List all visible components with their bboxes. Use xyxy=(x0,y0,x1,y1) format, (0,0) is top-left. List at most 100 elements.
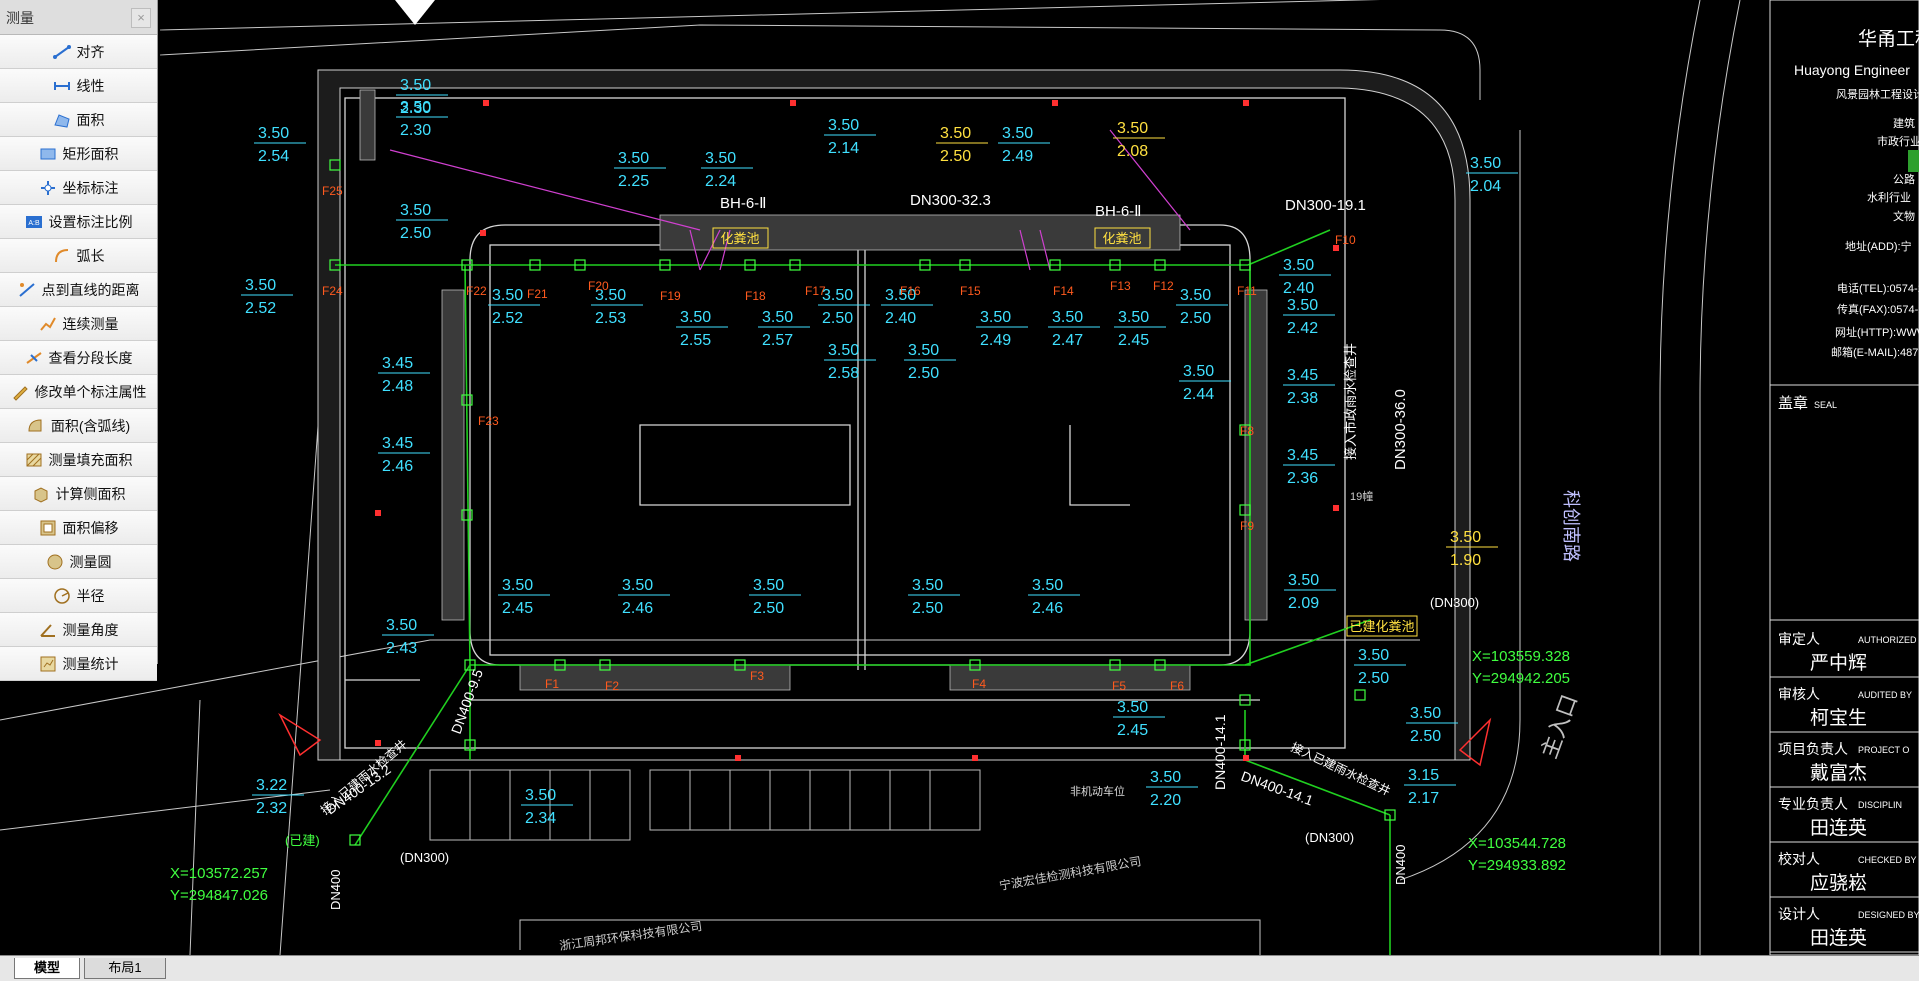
well-id-label: F24 xyxy=(322,284,343,298)
elevation-ground: 3.50 xyxy=(1002,125,1033,142)
tool-rect-area[interactable]: 矩形面积 xyxy=(0,137,157,171)
tool-point-line-distance[interactable]: 点到直线的距离 xyxy=(0,273,157,307)
tool-label: 连续测量 xyxy=(62,315,119,332)
elevation-ground: 3.50 xyxy=(828,117,859,134)
elevation-ground: 3.50 xyxy=(1283,257,1314,274)
layout-tab-bar: 模型 布局1 xyxy=(0,955,1919,981)
cad-drawing-canvas[interactable]: 化粪池 化粪池 已建化粪池 BH-6-Ⅱ BH-6-Ⅱ DN300-32.3 D… xyxy=(0,0,1919,955)
well-id-label: F13 xyxy=(1110,279,1131,293)
company-name-en: Huayong Engineer xyxy=(1794,62,1910,78)
tool-continuous-measure[interactable]: 连续测量 xyxy=(0,307,157,341)
tool-arc-area[interactable]: 面积(含弧线) xyxy=(0,409,157,443)
measure-palette[interactable]: 测量 × 对齐 线性 面积 矩形面积 坐标标注 A:B 设置标注比例弧长点到直线的距离 连续测… xyxy=(0,0,158,681)
well-id-label: F5 xyxy=(1112,679,1126,693)
tool-arc-length[interactable]: 弧长 xyxy=(0,239,157,273)
tool-coordinate[interactable]: 坐标标注 xyxy=(0,171,157,205)
svg-text:A:B: A:B xyxy=(28,220,40,227)
tool-segment-length[interactable]: 查看分段长度 xyxy=(0,341,157,375)
elevation-ground: 3.50 xyxy=(622,577,653,594)
elevation-invert: 2.50 xyxy=(400,225,431,242)
hatch-area-icon xyxy=(25,451,43,469)
well-id-label: F20 xyxy=(588,279,609,293)
elevation-invert: 2.50 xyxy=(753,600,784,617)
well-id-label: F1 xyxy=(545,677,559,691)
tool-area-offset[interactable]: 面积偏移 xyxy=(0,511,157,545)
seal-label-en: SEAL xyxy=(1814,400,1837,410)
signature-role-en: DISCIPLIN xyxy=(1858,800,1902,810)
elevation-ground: 3.50 xyxy=(1032,577,1063,594)
elevation-ground: 3.50 xyxy=(1183,363,1214,380)
tool-angle[interactable]: 测量角度 xyxy=(0,613,157,647)
misc-annotations: BH-6-Ⅱ BH-6-Ⅱ DN300-32.3 DN300-19.1 DN30… xyxy=(170,192,1582,953)
elevation-invert: 2.50 xyxy=(1410,728,1441,745)
pipe-label-dn300-19: DN300-19.1 xyxy=(1285,197,1366,214)
elevation-invert: 2.32 xyxy=(256,800,287,817)
tool-hatch-area[interactable]: 测量填充面积 xyxy=(0,443,157,477)
existing-label: (已建) xyxy=(285,833,320,848)
pipe-label-dn400-b: DN400 xyxy=(1393,845,1408,885)
tool-side-area[interactable]: 计算侧面积 xyxy=(0,477,157,511)
elevation-ground: 3.50 xyxy=(705,150,736,167)
tab-layout1[interactable]: 布局1 xyxy=(84,958,166,979)
well-id-label: F8 xyxy=(1240,424,1254,438)
signature-role-en: AUDITED BY xyxy=(1858,690,1912,700)
elevation-ground: 3.50 xyxy=(822,287,853,304)
signature-role: 专业负责人 xyxy=(1778,796,1848,812)
elevation-ground: 3.50 xyxy=(1288,572,1319,589)
well-id-label: F15 xyxy=(960,284,981,298)
elevation-invert: 2.17 xyxy=(1408,790,1439,807)
company-plot-label-1: 宁波宏佳检测科技有限公司 xyxy=(998,853,1142,893)
point-line-distance-icon xyxy=(18,281,36,299)
arc-length-icon xyxy=(53,247,71,265)
pipe-label-dn300-c: (DN300) xyxy=(1430,595,1479,610)
parking-stalls xyxy=(429,769,981,841)
elevation-ground: 3.50 xyxy=(1118,309,1149,326)
elevation-ground: 3.50 xyxy=(1470,155,1501,172)
tool-circle[interactable]: 测量圆 xyxy=(0,545,157,579)
aligned-dimension-icon xyxy=(52,43,71,61)
tool-label: 点到直线的距离 xyxy=(41,281,140,298)
palette-title-bar[interactable]: 测量 × xyxy=(0,0,157,35)
elevation-ground: 3.50 xyxy=(492,287,523,304)
elevation-invert: 2.45 xyxy=(1118,332,1149,349)
coord-x-2: X=103572.257 xyxy=(170,865,268,882)
north-arrow-icon xyxy=(395,0,435,25)
elevation-invert: 1.90 xyxy=(1450,552,1481,569)
elevation-invert: 2.44 xyxy=(1183,386,1214,403)
elevation-invert: 2.47 xyxy=(1052,332,1083,349)
cert-line-1: 建筑 xyxy=(1893,116,1915,130)
tool-scale[interactable]: A:B 设置标注比例 xyxy=(0,205,157,239)
well-id-label: F16 xyxy=(900,284,921,298)
tool-statistics[interactable]: 测量统计 xyxy=(0,647,157,681)
signature-role-en: CHECKED BY xyxy=(1858,855,1917,865)
close-icon[interactable]: × xyxy=(131,8,151,28)
well-id-labels: F1 F2 F3 F4 F5 F6 F8 F9 F10 F11 F12 F13 F14 F15 F16 F17… xyxy=(322,184,1356,693)
tool-radius[interactable]: 半径 xyxy=(0,579,157,613)
elevation-ground: 3.50 xyxy=(1287,297,1318,314)
tool-label: 修改单个标注属性 xyxy=(34,383,147,400)
tool-aligned-dimension[interactable]: 对齐 xyxy=(0,35,157,69)
elevation-invert: 2.40 xyxy=(1283,280,1314,297)
elevation-ground: 3.50 xyxy=(1117,120,1148,137)
signature-name: 应骁崧 xyxy=(1810,872,1867,894)
website: 网址(HTTP):WWW.N xyxy=(1835,325,1919,339)
well-id-label: F17 xyxy=(805,284,826,298)
tool-label: 弧长 xyxy=(76,247,105,264)
septic-label-1: 化粪池 xyxy=(720,231,759,246)
tool-area[interactable]: 面积 xyxy=(0,103,157,137)
elevation-invert: 2.57 xyxy=(762,332,793,349)
elevation-ground: 3.50 xyxy=(1052,309,1083,326)
signature-role-en: DESIGNED BY xyxy=(1858,910,1919,920)
elevation-invert: 2.08 xyxy=(1117,143,1148,160)
tool-label: 测量圆 xyxy=(69,553,112,570)
elevation-ground: 3.50 xyxy=(1450,529,1481,546)
elevation-ground: 3.50 xyxy=(908,342,939,359)
elevation-invert: 2.48 xyxy=(382,378,413,395)
tool-label: 面积(含弧线) xyxy=(50,417,131,434)
tab-model[interactable]: 模型 xyxy=(14,958,80,979)
tool-linear-dimension[interactable]: 线性 xyxy=(0,69,157,103)
elevation-invert: 2.50 xyxy=(908,365,939,382)
elevation-ground: 3.50 xyxy=(1150,769,1181,786)
tool-edit-dimension[interactable]: 修改单个标注属性 xyxy=(0,375,157,409)
elevation-invert: 2.52 xyxy=(245,300,276,317)
